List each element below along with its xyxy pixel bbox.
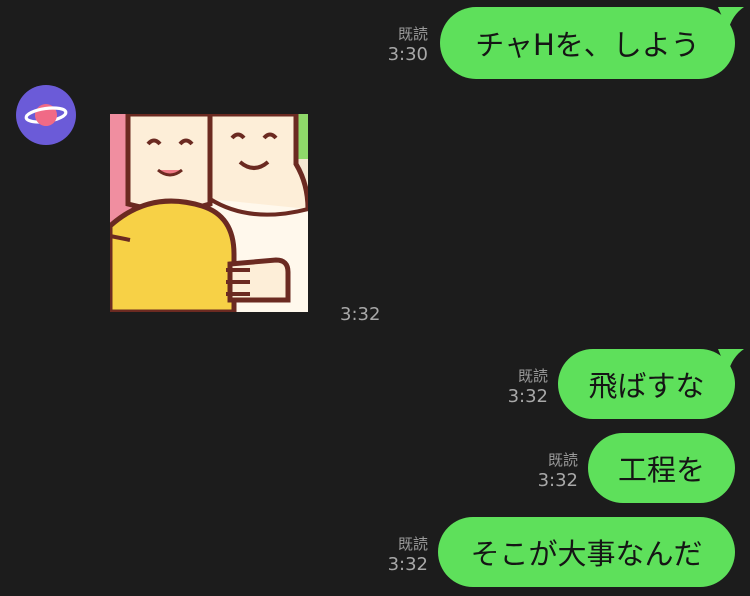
message-time: 3:32 [507,386,548,407]
message-time: 3:30 [387,44,428,65]
message-meta: 既読 3:32 [508,366,548,408]
bubble-tail [718,349,744,373]
outgoing-message-bubble[interactable]: 飛ばすな [558,349,744,419]
outgoing-message-bubble[interactable]: そこが大事なんだ [438,517,735,587]
message-meta: 既読 3:30 [388,24,428,66]
read-receipt: 既読 [547,451,578,469]
contact-avatar[interactable] [16,85,76,145]
message-time: 3:32 [537,470,578,491]
planet-icon [24,104,68,126]
message-meta: 既読 3:32 [538,450,578,492]
outgoing-message-bubble[interactable]: 工程を [588,433,735,503]
read-receipt: 既読 [397,535,428,553]
message-time: 3:32 [387,554,428,575]
message-text: そこが大事なんだ [470,537,703,571]
message-text: チャHを、しよう [475,28,700,62]
message-meta: 既読 3:32 [388,534,428,576]
couple-sticker-icon[interactable] [110,114,308,312]
message-time: 3:32 [340,304,381,325]
bubble-tail [718,7,744,31]
outgoing-message-bubble[interactable]: チャHを、しよう [440,7,744,79]
read-receipt: 既読 [397,25,428,43]
sticker-image [110,114,308,312]
message-text: 工程を [617,453,705,487]
message-text: 飛ばすな [588,369,705,403]
read-receipt: 既読 [517,367,548,385]
